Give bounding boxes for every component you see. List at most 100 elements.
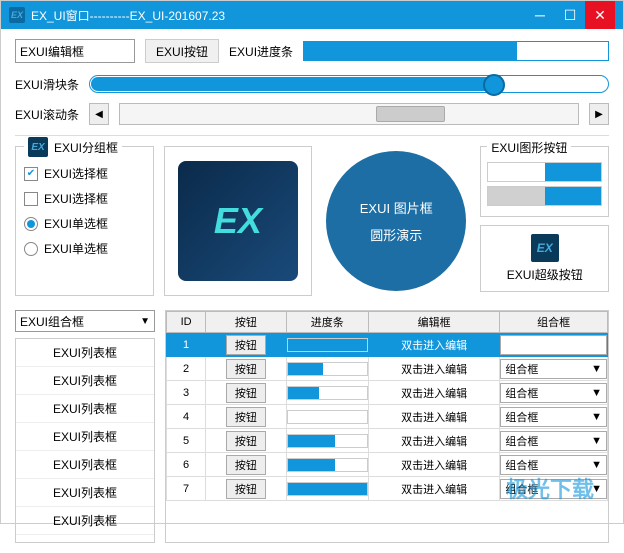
circle-demo: EXUI 图片框 圆形演示: [326, 151, 466, 291]
app-icon: EX: [9, 7, 25, 23]
groupbox: EX EXUI分组框 EXUI选择框EXUI选择框EXUI单选框EXUI单选框: [15, 146, 154, 296]
ex-logo-large: EX: [178, 161, 298, 281]
minimize-button[interactable]: ─: [525, 1, 555, 29]
row-combobox[interactable]: 组合框▼: [500, 431, 607, 451]
cell-id: 7: [167, 477, 206, 501]
table-row[interactable]: 4 按钮 双击进入编辑组合框▼: [167, 405, 608, 429]
slider-label: EXUI滑块条: [15, 76, 79, 93]
list-item[interactable]: EXUI列表框: [16, 339, 154, 367]
titlebar: EX EX_UI窗口----------EX_UI-201607.23 ─ ☐ …: [1, 1, 623, 29]
radio[interactable]: [24, 242, 38, 256]
slider-track[interactable]: [89, 75, 609, 93]
ex-logo-icon: EX: [531, 234, 559, 262]
shape-button-row2[interactable]: [487, 186, 602, 206]
row-progress: [287, 434, 368, 448]
cell-id: 2: [167, 357, 206, 381]
cell-edit[interactable]: 双击进入编辑: [368, 357, 499, 381]
row-progress: [287, 338, 368, 352]
row-combobox[interactable]: 组合框▼: [500, 359, 607, 379]
row-combobox[interactable]: 组合框▼: [500, 335, 607, 355]
cell-edit[interactable]: 双击进入编辑: [368, 333, 499, 357]
cell-edit[interactable]: 双击进入编辑: [368, 477, 499, 501]
list-item[interactable]: EXUI列表框: [16, 479, 154, 507]
row-combobox[interactable]: 组合框▼: [500, 407, 607, 427]
row-button[interactable]: 按钮: [226, 383, 266, 403]
checkbox-label: EXUI选择框: [44, 190, 108, 207]
list-item[interactable]: EXUI列表框: [16, 395, 154, 423]
table: ID按钮进度条编辑框组合框1按钮双击进入编辑组合框▼2按钮双击进入编辑组合框▼3…: [165, 310, 609, 543]
list-item[interactable]: EXUI列表框: [16, 367, 154, 395]
progress-bar: [303, 41, 609, 61]
demo-button[interactable]: EXUI按钮: [145, 39, 219, 63]
super-button-label: EXUI超级按钮: [507, 266, 583, 283]
chevron-down-icon: ▼: [140, 316, 150, 327]
color-cell[interactable]: [488, 187, 544, 205]
combobox-value: EXUI组合框: [20, 313, 84, 330]
cell-id: 3: [167, 381, 206, 405]
row-combobox[interactable]: 组合框▼: [500, 479, 607, 499]
cell-edit[interactable]: 双击进入编辑: [368, 453, 499, 477]
table-row[interactable]: 7 按钮 双击进入编辑组合框▼: [167, 477, 608, 501]
combobox[interactable]: EXUI组合框 ▼: [15, 310, 155, 332]
slider-fill: [91, 77, 495, 91]
shape-button-row1[interactable]: [487, 162, 602, 182]
color-cell[interactable]: [545, 163, 601, 181]
color-cell[interactable]: [545, 187, 601, 205]
list-item[interactable]: EXUI列表框: [16, 507, 154, 535]
progress-fill: [304, 42, 517, 60]
scroll-thumb[interactable]: [376, 106, 445, 122]
table-row[interactable]: 3 按钮 双击进入编辑组合框▼: [167, 381, 608, 405]
row-button[interactable]: 按钮: [226, 407, 266, 427]
cell-edit[interactable]: 双击进入编辑: [368, 405, 499, 429]
checkbox[interactable]: [24, 167, 38, 181]
scroll-right-button[interactable]: ▶: [589, 103, 609, 125]
cell-id: 5: [167, 429, 206, 453]
row-progress: [287, 362, 368, 376]
list-item[interactable]: EXUI列表框: [16, 451, 154, 479]
row-combobox[interactable]: 组合框▼: [500, 455, 607, 475]
table-header[interactable]: ID: [167, 312, 206, 333]
super-button[interactable]: EX EXUI超级按钮: [480, 225, 609, 292]
groupbox-title: EXUI分组框: [54, 139, 118, 156]
scroll-track[interactable]: [119, 103, 579, 125]
list-item[interactable]: EXUI列表框: [16, 423, 154, 451]
listbox[interactable]: EXUI列表框EXUI列表框EXUI列表框EXUI列表框EXUI列表框EXUI列…: [15, 338, 155, 543]
maximize-button[interactable]: ☐: [555, 1, 585, 29]
row-button[interactable]: 按钮: [226, 479, 266, 499]
circle-line2: 圆形演示: [370, 225, 422, 244]
row-button[interactable]: 按钮: [226, 335, 266, 355]
table-header[interactable]: 组合框: [500, 312, 608, 333]
image-box: EX: [164, 146, 312, 296]
color-cell[interactable]: [488, 163, 544, 181]
ex-logo-icon: EX: [28, 137, 48, 157]
radio-label: EXUI单选框: [44, 215, 108, 232]
close-button[interactable]: ✕: [585, 1, 615, 29]
window-title: EX_UI窗口----------EX_UI-201607.23: [31, 7, 525, 24]
row-combobox[interactable]: 组合框▼: [500, 383, 607, 403]
row-progress: [287, 482, 368, 496]
scroll-left-button[interactable]: ◀: [89, 103, 109, 125]
table-row[interactable]: 5 按钮 双击进入编辑组合框▼: [167, 429, 608, 453]
slider-handle[interactable]: [483, 74, 505, 96]
cell-edit[interactable]: 双击进入编辑: [368, 429, 499, 453]
table-header[interactable]: 编辑框: [368, 312, 499, 333]
row-progress: [287, 458, 368, 472]
scrollbar-label: EXUI滚动条: [15, 106, 79, 123]
row-button[interactable]: 按钮: [226, 455, 266, 475]
row-button[interactable]: 按钮: [226, 431, 266, 451]
cell-id: 1: [167, 333, 206, 357]
edit-input[interactable]: [15, 39, 135, 63]
radio[interactable]: [24, 217, 38, 231]
row-button[interactable]: 按钮: [226, 359, 266, 379]
table-row[interactable]: 2 按钮 双击进入编辑组合框▼: [167, 357, 608, 381]
table-header[interactable]: 按钮: [206, 312, 286, 333]
checkbox[interactable]: [24, 192, 38, 206]
table-row[interactable]: 6按钮双击进入编辑组合框▼: [167, 453, 608, 477]
table-header[interactable]: 进度条: [286, 312, 368, 333]
circle-line1: EXUI 图片框: [360, 198, 433, 217]
table-row[interactable]: 1 按钮 双击进入编辑组合框▼: [167, 333, 608, 357]
shape-button-title: EXUI图形按钮: [487, 139, 571, 156]
checkbox-label: EXUI选择框: [44, 165, 108, 182]
cell-id: 4: [167, 405, 206, 429]
cell-edit[interactable]: 双击进入编辑: [368, 381, 499, 405]
